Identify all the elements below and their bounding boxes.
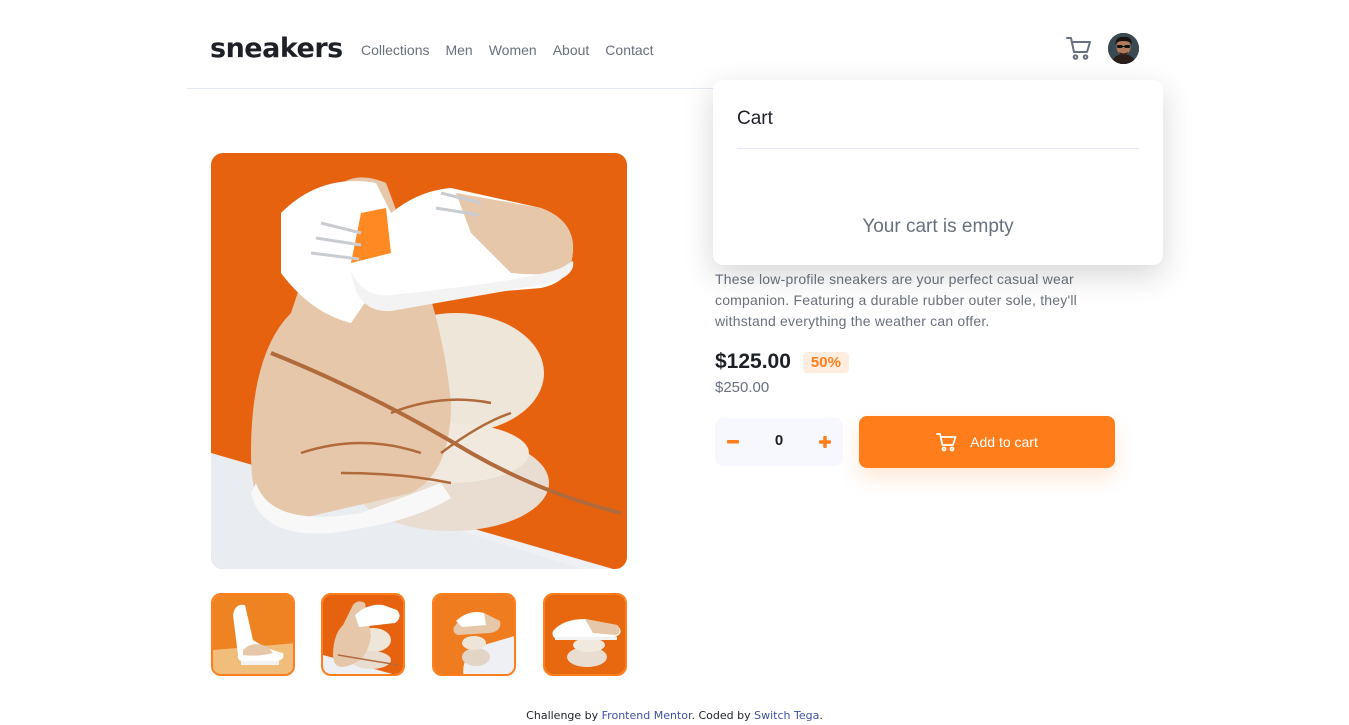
cart-icon[interactable] [1066, 35, 1092, 61]
nav-item-about[interactable]: About [553, 40, 590, 60]
product-main-image[interactable] [211, 153, 627, 569]
discount-badge: 50% [802, 351, 849, 373]
current-price: $125.00 [715, 350, 791, 373]
cart-empty-message: Your cart is empty [862, 216, 1014, 237]
original-price: $250.00 [715, 379, 770, 396]
quantity-stepper: 0 [715, 418, 843, 466]
thumbnail-4[interactable] [543, 593, 627, 676]
cart-icon [936, 433, 957, 452]
brand-logo[interactable]: sneakers [210, 33, 343, 65]
footer-middle: . Coded by [691, 709, 755, 722]
nav-item-women[interactable]: Women [489, 40, 537, 60]
thumbnail-1[interactable] [211, 593, 295, 676]
cart-divider [737, 148, 1139, 149]
author-link[interactable]: Switch Tega [754, 709, 819, 722]
site-header: sneakers Collections Men Women About Con… [187, 0, 1163, 89]
main-nav: Collections Men Women About Contact [361, 40, 654, 60]
add-to-cart-label: Add to cart [970, 434, 1038, 450]
product-description: These low-profile sneakers are your perf… [715, 271, 1077, 329]
footer-prefix: Challenge by [526, 709, 602, 722]
thumbnail-strip [211, 593, 627, 676]
add-to-cart-button[interactable]: Add to cart [859, 416, 1115, 468]
frontend-mentor-link[interactable]: Frontend Mentor [602, 709, 692, 722]
thumbnail-2[interactable] [321, 593, 405, 676]
cart-dropdown: Cart Your cart is empty [713, 80, 1163, 265]
footer-suffix: . [819, 709, 823, 722]
nav-item-contact[interactable]: Contact [605, 40, 653, 60]
user-avatar[interactable] [1108, 33, 1139, 64]
cart-title: Cart [737, 108, 773, 129]
thumbnail-3[interactable] [432, 593, 516, 676]
quantity-value: 0 [774, 432, 784, 449]
attribution-footer: Challenge by Frontend Mentor. Coded by S… [0, 709, 1349, 722]
plus-icon[interactable] [813, 430, 837, 454]
price-row: $125.00 50% [715, 350, 849, 374]
nav-item-men[interactable]: Men [445, 40, 472, 60]
nav-item-collections[interactable]: Collections [361, 40, 429, 60]
minus-icon[interactable] [721, 430, 745, 454]
